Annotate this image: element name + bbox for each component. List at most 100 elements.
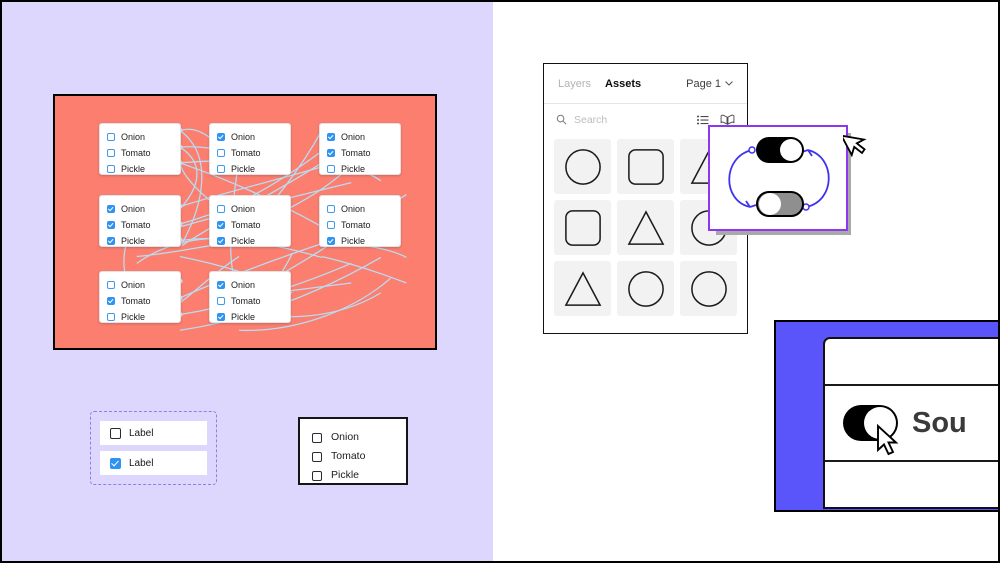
asset-tile-rounded-square[interactable] [617, 139, 674, 194]
checkbox-unchecked-icon[interactable] [327, 165, 335, 173]
node-card[interactable]: Onion Tomato Pickle [209, 195, 291, 247]
node-option-row[interactable]: Pickle [100, 309, 180, 325]
spec-row[interactable]: Onion [312, 428, 406, 447]
node-option-label: Onion [341, 203, 366, 214]
node-option-row[interactable]: Onion [210, 129, 290, 145]
spec-row[interactable]: Tomato [312, 447, 406, 466]
node-option-label: Tomato [231, 295, 261, 306]
checkbox-unchecked-icon[interactable] [107, 313, 115, 321]
checkbox-checked-icon[interactable] [107, 237, 115, 245]
asset-tile-rounded-square[interactable] [554, 200, 611, 255]
checkbox-unchecked-icon[interactable] [312, 470, 322, 481]
screenshot-canvas: Onion Tomato Pickle Onion Tomato Pickle Onio… [0, 0, 1000, 563]
list-view-icon[interactable] [697, 115, 709, 125]
checkbox-checked-icon[interactable] [327, 149, 335, 157]
checkbox-checked-icon[interactable] [217, 313, 225, 321]
node-option-label: Tomato [341, 219, 371, 230]
node-option-row[interactable]: Pickle [320, 233, 400, 249]
node-card[interactable]: Onion Tomato Pickle [99, 123, 181, 175]
checkbox-unchecked-icon[interactable] [107, 281, 115, 289]
node-option-row[interactable]: Pickle [320, 161, 400, 177]
checkbox-checked-icon[interactable] [217, 281, 225, 289]
node-option-row[interactable]: Pickle [210, 233, 290, 249]
node-option-row[interactable]: Tomato [210, 145, 290, 161]
tab-assets[interactable]: Assets [605, 78, 641, 90]
checkbox-unchecked-icon[interactable] [217, 297, 225, 305]
page-selector[interactable]: Page 1 [686, 78, 733, 90]
assets-view-icons [697, 114, 735, 125]
node-card[interactable]: Onion Tomato Pickle [319, 195, 401, 247]
checkbox-checked-icon[interactable] [107, 221, 115, 229]
node-option-label: Pickle [231, 311, 256, 322]
settings-card: Sou [823, 337, 998, 509]
node-option-row[interactable]: Tomato [100, 145, 180, 161]
node-option-row[interactable]: Tomato [210, 217, 290, 233]
checkbox-unchecked-icon[interactable] [217, 205, 225, 213]
node-option-row[interactable]: Onion [100, 201, 180, 217]
node-card[interactable]: Onion Tomato Pickle [209, 271, 291, 323]
node-card[interactable]: Onion Tomato Pickle [99, 271, 181, 323]
node-option-row[interactable]: Pickle [100, 233, 180, 249]
node-option-row[interactable]: Pickle [210, 161, 290, 177]
asset-tile-circle[interactable] [680, 261, 737, 316]
circle-icon [690, 270, 727, 307]
checkbox-unchecked-icon[interactable] [217, 165, 225, 173]
node-option-label: Tomato [121, 295, 151, 306]
checkbox-unchecked-icon[interactable] [312, 451, 322, 462]
checkbox-unchecked-icon[interactable] [107, 165, 115, 173]
checkbox-checked-icon[interactable] [110, 457, 121, 469]
asset-tile-circle[interactable] [554, 139, 611, 194]
checkbox-checked-icon[interactable] [217, 237, 225, 245]
checkbox-checked-icon[interactable] [327, 133, 335, 141]
checkbox-unchecked-icon[interactable] [312, 432, 322, 443]
node-option-label: Pickle [341, 163, 366, 174]
checkbox-checked-icon[interactable] [217, 133, 225, 141]
checkbox-checked-icon[interactable] [217, 221, 225, 229]
checkbox-unchecked-icon[interactable] [107, 149, 115, 157]
node-option-row[interactable]: Onion [320, 201, 400, 217]
node-option-row[interactable]: Tomato [320, 217, 400, 233]
toggle-knob [759, 193, 781, 215]
node-option-row[interactable]: Tomato [210, 293, 290, 309]
node-card[interactable]: Onion Tomato Pickle [209, 123, 291, 175]
asset-tile-circle[interactable] [617, 261, 674, 316]
node-option-row[interactable]: Onion [100, 129, 180, 145]
label-row-checked[interactable]: Label [100, 451, 207, 475]
spec-row[interactable]: Pickle [312, 466, 406, 485]
node-option-row[interactable]: Onion [210, 201, 290, 217]
node-option-label: Tomato [231, 147, 261, 158]
node-option-row[interactable]: Onion [100, 277, 180, 293]
node-option-label: Pickle [341, 235, 366, 246]
checkbox-checked-icon[interactable] [107, 205, 115, 213]
node-option-label: Pickle [231, 235, 256, 246]
node-card[interactable]: Onion Tomato Pickle [319, 123, 401, 175]
node-option-label: Onion [341, 131, 366, 142]
node-option-row[interactable]: Pickle [100, 161, 180, 177]
node-option-row[interactable]: Pickle [210, 309, 290, 325]
circle-icon [564, 148, 601, 185]
checkbox-checked-icon[interactable] [107, 297, 115, 305]
asset-tile-triangle[interactable] [617, 200, 674, 255]
label-row-unchecked[interactable]: Label [100, 421, 207, 445]
checkbox-unchecked-icon[interactable] [107, 133, 115, 141]
book-library-icon[interactable] [720, 114, 735, 125]
checkbox-unchecked-icon[interactable] [327, 205, 335, 213]
toggle-on[interactable] [756, 137, 804, 163]
node-option-row[interactable]: Tomato [100, 293, 180, 309]
setting-row[interactable]: Sou [825, 385, 998, 461]
checkbox-unchecked-icon[interactable] [217, 149, 225, 157]
rounded-square-icon [627, 148, 664, 185]
toggle-off[interactable] [756, 191, 804, 217]
tab-layers[interactable]: Layers [558, 78, 591, 90]
checkbox-unchecked-icon[interactable] [110, 427, 121, 439]
checkbox-unchecked-icon[interactable] [327, 221, 335, 229]
node-card[interactable]: Onion Tomato Pickle [99, 195, 181, 247]
asset-tile-triangle[interactable] [554, 261, 611, 316]
node-option-row[interactable]: Tomato [100, 217, 180, 233]
spec-row-label: Onion [331, 431, 360, 444]
node-option-row[interactable]: Onion [210, 277, 290, 293]
node-option-row[interactable]: Onion [320, 129, 400, 145]
checkbox-checked-icon[interactable] [327, 237, 335, 245]
node-option-row[interactable]: Tomato [320, 145, 400, 161]
search-icon [556, 114, 567, 125]
